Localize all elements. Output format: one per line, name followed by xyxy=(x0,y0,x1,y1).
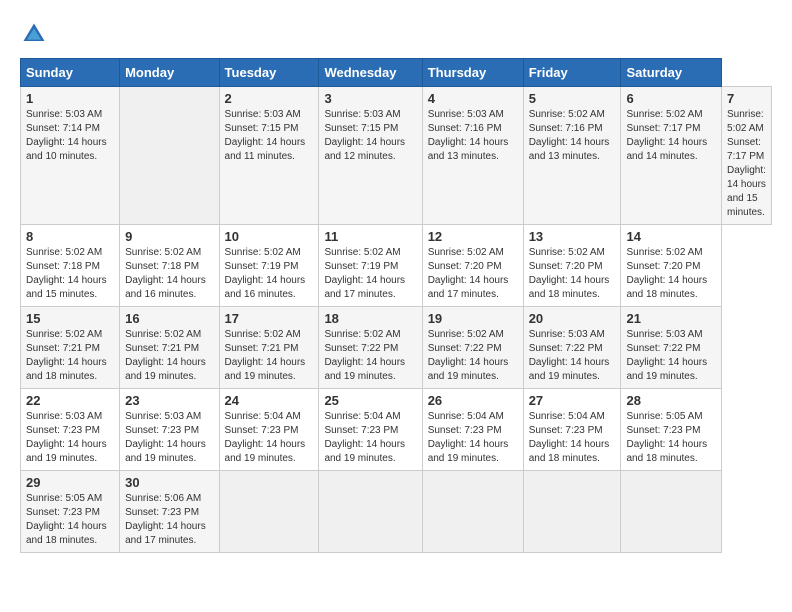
weekday-header-row: SundayMondayTuesdayWednesdayThursdayFrid… xyxy=(21,59,772,87)
calendar-day-11: 11Sunrise: 5:02 AMSunset: 7:19 PMDayligh… xyxy=(319,225,422,307)
calendar-day-23: 23Sunrise: 5:03 AMSunset: 7:23 PMDayligh… xyxy=(120,389,219,471)
calendar-day-25: 25Sunrise: 5:04 AMSunset: 7:23 PMDayligh… xyxy=(319,389,422,471)
calendar-day-4: 4Sunrise: 5:03 AMSunset: 7:16 PMDaylight… xyxy=(422,87,523,225)
calendar-day-14: 14Sunrise: 5:02 AMSunset: 7:20 PMDayligh… xyxy=(621,225,722,307)
logo xyxy=(20,20,52,48)
calendar-day-19: 19Sunrise: 5:02 AMSunset: 7:22 PMDayligh… xyxy=(422,307,523,389)
calendar-day-8: 8Sunrise: 5:02 AMSunset: 7:18 PMDaylight… xyxy=(21,225,120,307)
calendar-week-3: 15Sunrise: 5:02 AMSunset: 7:21 PMDayligh… xyxy=(21,307,772,389)
empty-cell xyxy=(219,471,319,553)
calendar-week-2: 8Sunrise: 5:02 AMSunset: 7:18 PMDaylight… xyxy=(21,225,772,307)
empty-cell xyxy=(319,471,422,553)
weekday-header-thursday: Thursday xyxy=(422,59,523,87)
calendar-week-4: 22Sunrise: 5:03 AMSunset: 7:23 PMDayligh… xyxy=(21,389,772,471)
calendar-day-26: 26Sunrise: 5:04 AMSunset: 7:23 PMDayligh… xyxy=(422,389,523,471)
calendar-day-18: 18Sunrise: 5:02 AMSunset: 7:22 PMDayligh… xyxy=(319,307,422,389)
page-header xyxy=(20,20,772,48)
calendar-day-16: 16Sunrise: 5:02 AMSunset: 7:21 PMDayligh… xyxy=(120,307,219,389)
calendar-day-24: 24Sunrise: 5:04 AMSunset: 7:23 PMDayligh… xyxy=(219,389,319,471)
calendar-day-15: 15Sunrise: 5:02 AMSunset: 7:21 PMDayligh… xyxy=(21,307,120,389)
calendar-week-5: 29Sunrise: 5:05 AMSunset: 7:23 PMDayligh… xyxy=(21,471,772,553)
calendar-week-1: 1Sunrise: 5:03 AMSunset: 7:14 PMDaylight… xyxy=(21,87,772,225)
calendar-day-29: 29Sunrise: 5:05 AMSunset: 7:23 PMDayligh… xyxy=(21,471,120,553)
logo-icon xyxy=(20,20,48,48)
weekday-header-sunday: Sunday xyxy=(21,59,120,87)
calendar-day-28: 28Sunrise: 5:05 AMSunset: 7:23 PMDayligh… xyxy=(621,389,722,471)
calendar-day-5: 5Sunrise: 5:02 AMSunset: 7:16 PMDaylight… xyxy=(523,87,621,225)
calendar-day-20: 20Sunrise: 5:03 AMSunset: 7:22 PMDayligh… xyxy=(523,307,621,389)
calendar-day-10: 10Sunrise: 5:02 AMSunset: 7:19 PMDayligh… xyxy=(219,225,319,307)
calendar-day-17: 17Sunrise: 5:02 AMSunset: 7:21 PMDayligh… xyxy=(219,307,319,389)
calendar-day-21: 21Sunrise: 5:03 AMSunset: 7:22 PMDayligh… xyxy=(621,307,722,389)
empty-cell xyxy=(523,471,621,553)
weekday-header-saturday: Saturday xyxy=(621,59,722,87)
weekday-header-tuesday: Tuesday xyxy=(219,59,319,87)
calendar-day-13: 13Sunrise: 5:02 AMSunset: 7:20 PMDayligh… xyxy=(523,225,621,307)
calendar-day-7: 7Sunrise: 5:02 AMSunset: 7:17 PMDaylight… xyxy=(722,87,772,225)
calendar-day-6: 6Sunrise: 5:02 AMSunset: 7:17 PMDaylight… xyxy=(621,87,722,225)
weekday-header-monday: Monday xyxy=(120,59,219,87)
weekday-header-wednesday: Wednesday xyxy=(319,59,422,87)
calendar-day-2: 2Sunrise: 5:03 AMSunset: 7:15 PMDaylight… xyxy=(219,87,319,225)
calendar-table: SundayMondayTuesdayWednesdayThursdayFrid… xyxy=(20,58,772,553)
weekday-header-friday: Friday xyxy=(523,59,621,87)
calendar-day-12: 12Sunrise: 5:02 AMSunset: 7:20 PMDayligh… xyxy=(422,225,523,307)
calendar-day-3: 3Sunrise: 5:03 AMSunset: 7:15 PMDaylight… xyxy=(319,87,422,225)
empty-cell xyxy=(422,471,523,553)
empty-cell xyxy=(120,87,219,225)
calendar-day-22: 22Sunrise: 5:03 AMSunset: 7:23 PMDayligh… xyxy=(21,389,120,471)
calendar-day-9: 9Sunrise: 5:02 AMSunset: 7:18 PMDaylight… xyxy=(120,225,219,307)
calendar-day-1: 1Sunrise: 5:03 AMSunset: 7:14 PMDaylight… xyxy=(21,87,120,225)
empty-cell xyxy=(621,471,722,553)
calendar-day-27: 27Sunrise: 5:04 AMSunset: 7:23 PMDayligh… xyxy=(523,389,621,471)
calendar-day-30: 30Sunrise: 5:06 AMSunset: 7:23 PMDayligh… xyxy=(120,471,219,553)
